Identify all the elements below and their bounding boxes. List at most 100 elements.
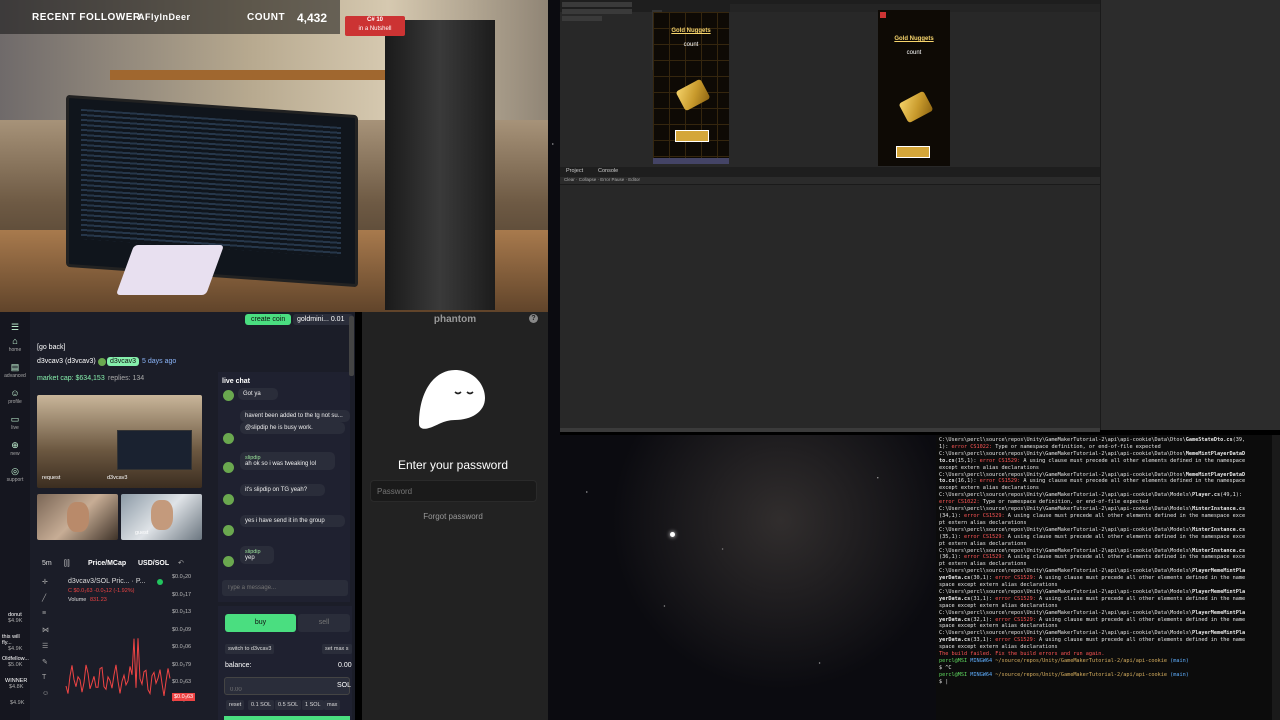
- scene-bottom-bar: [653, 158, 729, 164]
- console-toolbar: Clear · Collapse · Error Pause · Editor: [560, 177, 1100, 185]
- hierarchy-item[interactable]: [562, 9, 632, 14]
- sell-tab[interactable]: sell: [298, 614, 350, 632]
- buy-tab[interactable]: buy: [225, 614, 296, 632]
- token-livestream-video[interactable]: request d3vcav3: [37, 395, 202, 488]
- terminal-text: pt extern alias declarations: [939, 561, 1027, 568]
- profile-icon: ☺: [10, 388, 20, 398]
- quick-reset-button[interactable]: reset: [226, 700, 245, 710]
- price-mcap-toggle[interactable]: Price/MCap: [88, 560, 126, 567]
- forgot-password-link[interactable]: Forgot password: [362, 512, 544, 521]
- emoji-icon[interactable]: ☺: [42, 690, 58, 706]
- ticker-chip[interactable]: goldmini... 0.01: [293, 314, 353, 325]
- terminal-line: C:\Users\percl\source\repos\Unity\GameMa…: [939, 548, 1277, 555]
- pump-scrollbar[interactable]: [349, 316, 354, 376]
- chat-avatar: [223, 433, 234, 444]
- quick-1-sol-button[interactable]: 1 SOL: [302, 700, 324, 710]
- terminal-text: ~/source/repos/Unity/GameMakerTutorial-2…: [995, 658, 1171, 664]
- amount-input[interactable]: [225, 682, 320, 698]
- chat-message: yes i have send it in the group: [240, 515, 345, 527]
- tab-project[interactable]: Project: [566, 168, 583, 174]
- bottom-list-item[interactable]: Oldfellow... $5.0K: [0, 656, 30, 668]
- switch-token-button[interactable]: switch to d3vcav3: [225, 644, 275, 654]
- terminal-scrollbar[interactable]: [1272, 435, 1280, 720]
- sidebar-item-live[interactable]: ▭ live: [0, 414, 30, 431]
- chart-type-icon[interactable]: [|]: [64, 560, 70, 567]
- terminal-text: pt extern alias declarations: [939, 519, 1027, 526]
- sidebar-item-new[interactable]: ⊕ new: [0, 440, 30, 457]
- terminal-text: yerData.cs: [939, 595, 971, 602]
- sidebar-item-home[interactable]: ⌂ home: [0, 336, 30, 353]
- terminal-window[interactable]: C:\Users\percl\source\repos\Unity\GameMa…: [936, 435, 1280, 720]
- hierarchy-item[interactable]: [562, 2, 632, 7]
- sidebar-item-profile[interactable]: ☺ profile: [0, 388, 30, 405]
- terminal-text: PlayerMemeMintPla: [1191, 568, 1246, 575]
- terminal-line: (36,1): error CS1529: A using clause mus…: [939, 554, 1277, 561]
- webcam-keyboard: [115, 245, 225, 295]
- terminal-text: space except extern alias declarations: [939, 602, 1058, 609]
- terminal-text: A using clause must precede all other el…: [1007, 512, 1246, 519]
- terminal-text: pt extern alias declarations: [939, 540, 1027, 547]
- bottom-list-item[interactable]: this will fly... $4.9K: [0, 634, 30, 652]
- terminal-text: A using clause must precede all other el…: [1007, 554, 1246, 561]
- currency-toggle[interactable]: USD/SOL: [138, 560, 169, 567]
- tab-console[interactable]: Console: [598, 168, 618, 174]
- terminal-text: (49,1):: [1220, 492, 1242, 499]
- brush-icon[interactable]: ✎: [42, 658, 58, 674]
- terminal-line: yerData.cs(33,1): error CS1529: A using …: [939, 637, 1277, 644]
- terminal-text: (15,1):: [954, 457, 980, 464]
- balance-value: 0.00: [338, 662, 352, 669]
- terminal-line: space except extern alias declarations: [939, 582, 1277, 589]
- guest-cam-1[interactable]: [37, 494, 118, 540]
- terminal-line: to.cs(16,1): error CS1529: A using claus…: [939, 478, 1277, 485]
- amount-unit: SOL: [337, 682, 352, 689]
- terminal-line: pt extern alias declarations: [939, 520, 1277, 527]
- game-view-phone[interactable]: Gold Nuggets count: [878, 10, 950, 166]
- terminal-text: PlayerMemeMintPla: [1191, 630, 1246, 637]
- terminal-line: space except extern alias declarations: [939, 644, 1277, 651]
- timeframe-5m[interactable]: 5m: [42, 560, 52, 567]
- measure-icon[interactable]: ☰: [42, 642, 58, 658]
- terminal-text: A using clause must precede all other el…: [1038, 637, 1246, 644]
- quick-max-button[interactable]: max: [324, 700, 341, 710]
- terminal-line: C:\Users\percl\source\repos\Unity\GameMa…: [939, 630, 1277, 637]
- password-input[interactable]: [370, 480, 537, 502]
- text-icon[interactable]: T: [42, 674, 58, 690]
- hierarchy-item[interactable]: [562, 16, 602, 21]
- terminal-text: error CS1022:: [939, 499, 983, 506]
- sidebar-item-support[interactable]: ◎ support: [0, 466, 30, 483]
- set-max-slippage-button[interactable]: set max s: [322, 644, 352, 654]
- scene-view-phone[interactable]: Gold Nuggets count: [653, 12, 729, 164]
- undo-icon[interactable]: ↶: [178, 559, 184, 567]
- terminal-line: 1): error CS1022: Type or namespace defi…: [939, 444, 1277, 451]
- sidebar-item-advanced[interactable]: ▤ advanced: [0, 362, 30, 379]
- sidebar-logo[interactable]: ☰: [0, 322, 30, 333]
- terminal-text: C:\Users\percl\source\repos\Unity\GameMa…: [939, 547, 1192, 554]
- place-trade-button[interactable]: [224, 716, 350, 720]
- terminal-line: C:\Users\percl\source\repos\Unity\GameMa…: [939, 437, 1277, 444]
- go-back-link[interactable]: [go back]: [37, 344, 65, 351]
- fib-icon[interactable]: ≡: [42, 610, 58, 626]
- bottom-list-item[interactable]: $4.9K: [0, 700, 30, 706]
- terminal-text: MinterInstance.cs: [1191, 526, 1246, 533]
- chat-input[interactable]: [222, 580, 348, 596]
- trendline-icon[interactable]: ╱: [42, 594, 58, 610]
- guest-cam-2[interactable]: guest: [121, 494, 202, 540]
- help-icon[interactable]: ?: [529, 314, 538, 323]
- bottom-list-item[interactable]: donut $4.9K: [0, 612, 30, 624]
- quick-0.1-sol-button[interactable]: 0.1 SOL: [248, 700, 275, 710]
- creator-tag[interactable]: d3vcav3: [107, 357, 140, 366]
- create-coin-button[interactable]: create coin: [245, 314, 292, 325]
- chat-message-text: yes i have send it in the group: [240, 515, 345, 527]
- game-back-icon: [880, 12, 886, 18]
- recent-follower-name: AFlyInDeer: [138, 12, 191, 22]
- terminal-text: A using clause must precede all other el…: [1038, 616, 1246, 623]
- crosshair-icon[interactable]: ✛: [42, 578, 58, 594]
- terminal-text: error CS1529:: [995, 616, 1039, 623]
- amount-field[interactable]: SOL: [224, 677, 352, 698]
- bottom-list-item[interactable]: WINNER $4.8K: [0, 678, 30, 690]
- pattern-icon[interactable]: ⋈: [42, 626, 58, 642]
- terminal-text: percl@MSI: [939, 658, 971, 664]
- terminal-text: MemeMintPlayerDataD: [1185, 450, 1246, 457]
- terminal-text: error CS1529:: [964, 533, 1008, 540]
- quick-0.5-sol-button[interactable]: 0.5 SOL: [275, 700, 302, 710]
